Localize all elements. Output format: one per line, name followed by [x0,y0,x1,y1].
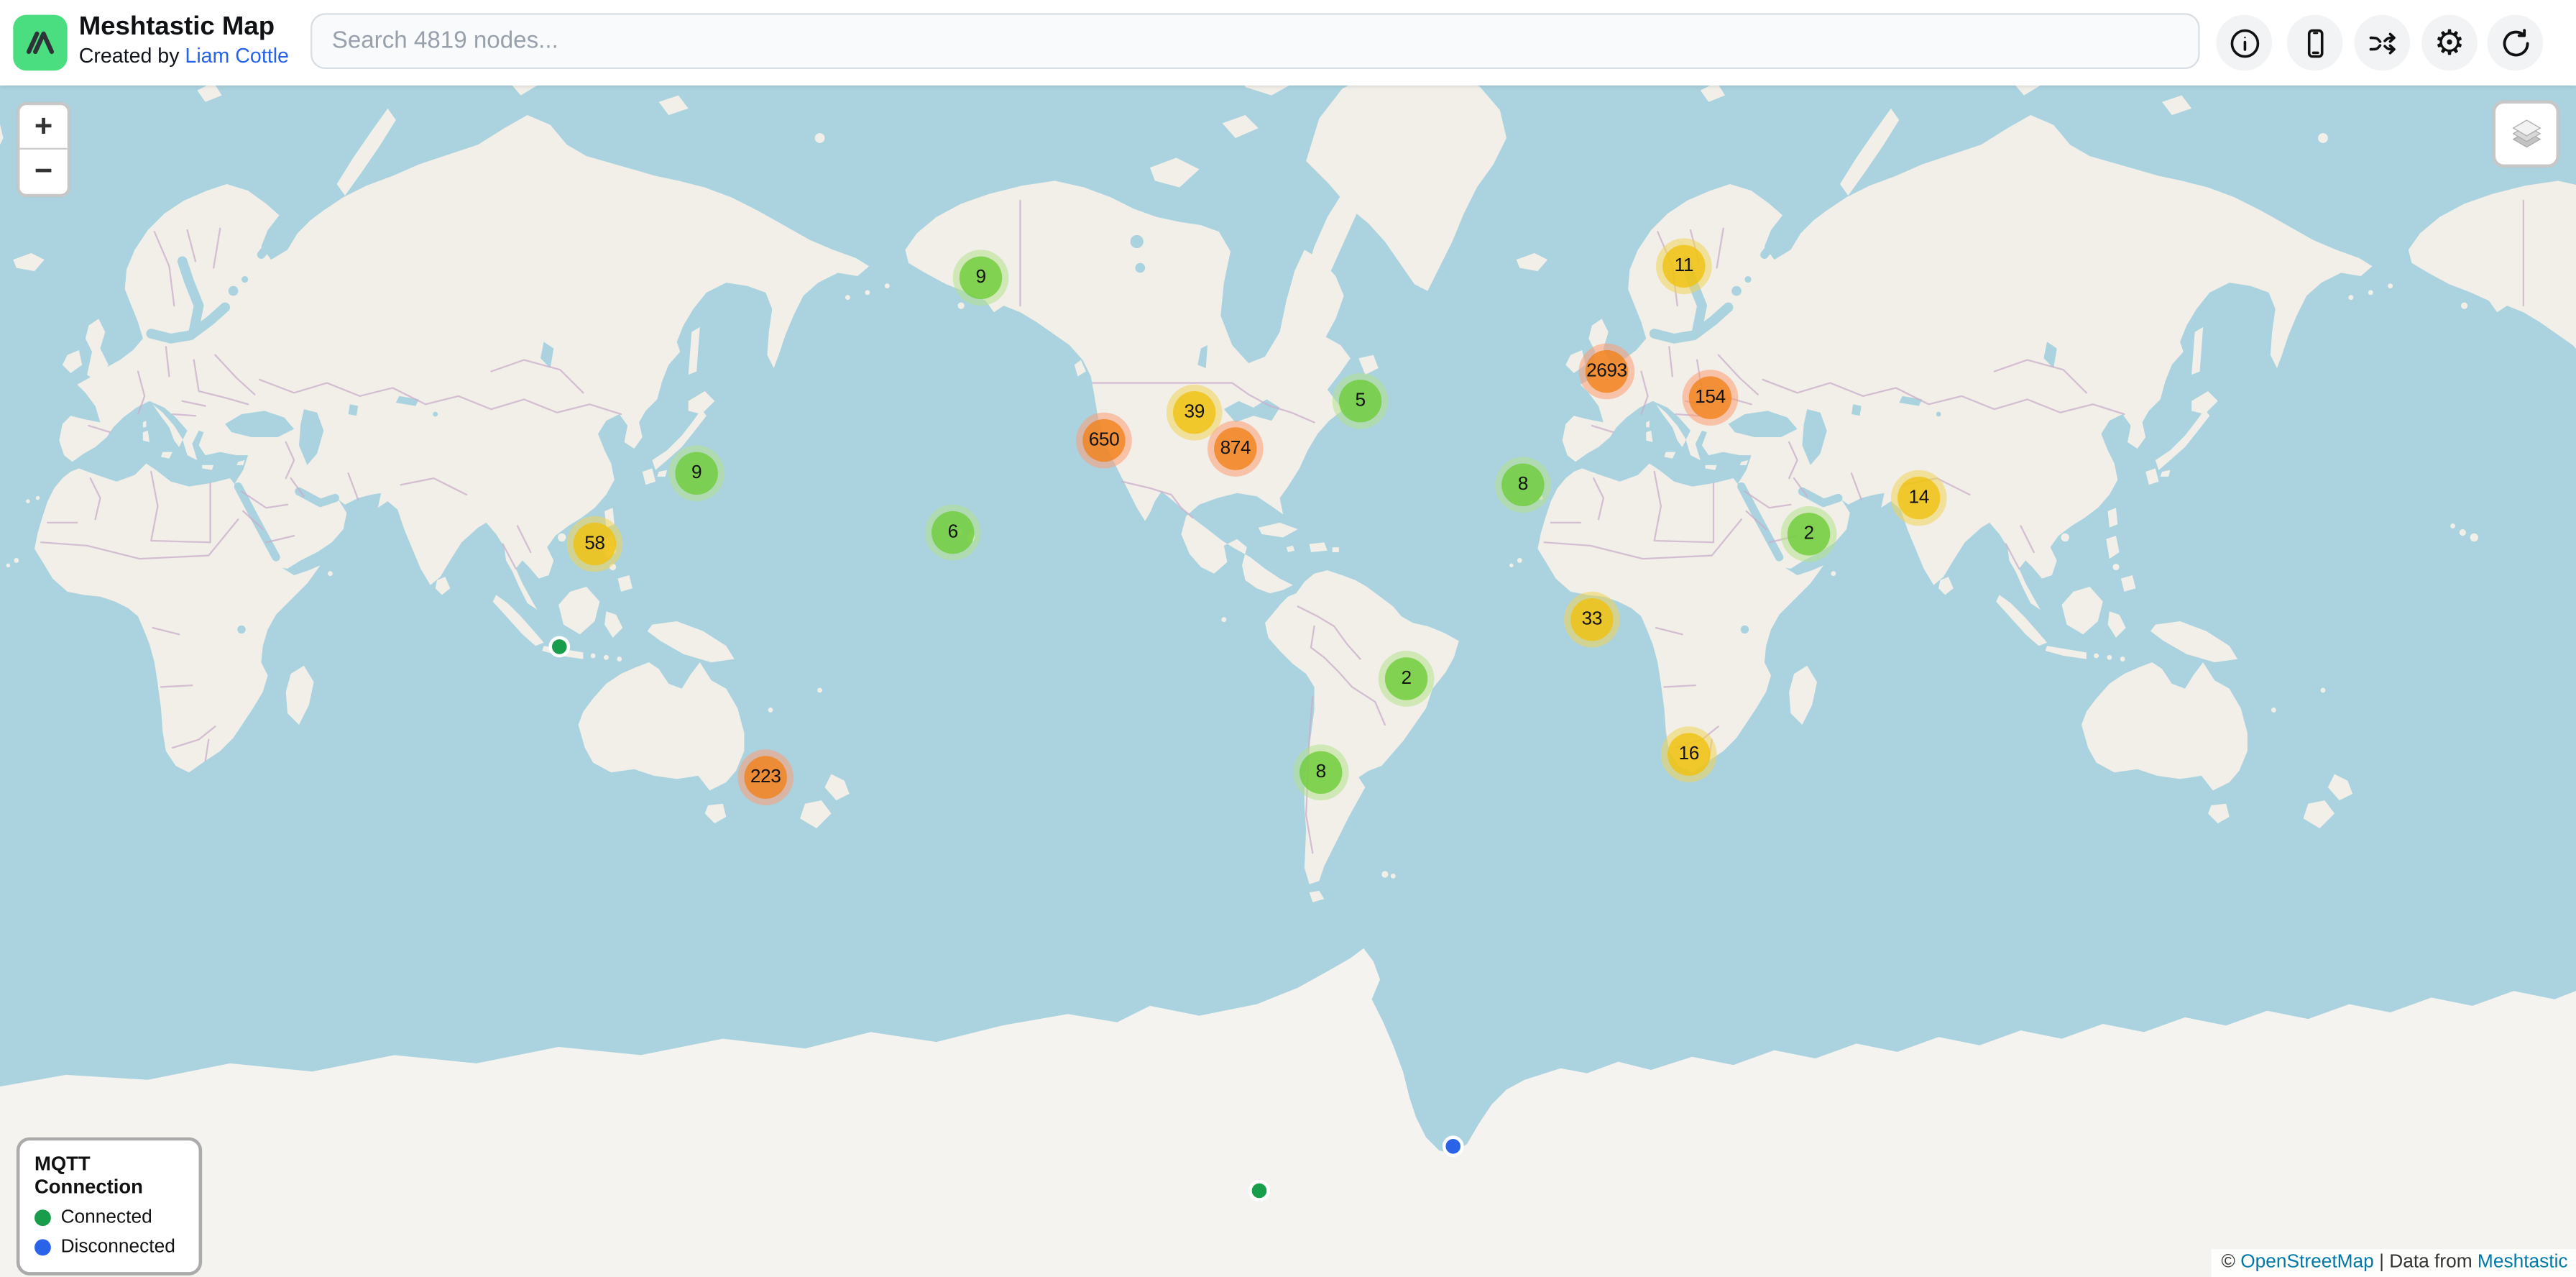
meshtastic-map-app: 9 11 2693 154 39 5 650 874 9 8 14 2 58 6 33 2 16 8 223 Mes… [0,0,2576,1277]
node-marker-connected[interactable] [548,635,569,656]
map-attribution: © OpenStreetMap | Data from Meshtastic [2212,1249,2576,1277]
refresh-button[interactable] [2488,15,2544,71]
cluster-count: 154 [1689,376,1731,418]
cluster-count: 5 [1339,380,1381,422]
cluster-marker[interactable]: 9 [668,445,724,501]
cluster-count: 33 [1570,598,1613,641]
disconnected-dot [34,1239,51,1255]
node-marker-connected[interactable] [1248,1179,1269,1201]
shuffle-icon [2365,25,2399,60]
attribution-prefix: © [2222,1253,2241,1272]
info-button[interactable] [2216,15,2272,71]
cluster-count: 9 [675,452,717,495]
cluster-marker[interactable]: 8 [1293,744,1349,800]
cluster-count: 223 [744,756,786,798]
cluster-marker[interactable]: 14 [1891,470,1947,526]
cluster-marker[interactable]: 33 [1564,592,1620,648]
legend-item-disconnected: Disconnected [34,1237,184,1257]
meshtastic-logo [13,15,67,71]
legend-title: MQTT Connection [34,1152,184,1198]
cluster-marker[interactable]: 874 [1208,421,1264,477]
cluster-count: 14 [1898,477,1940,519]
cluster-marker[interactable]: 11 [1656,238,1712,294]
legend-item-label: Disconnected [61,1237,175,1257]
cluster-marker[interactable]: 2 [1379,651,1435,707]
cluster-marker[interactable]: 2693 [1579,344,1635,400]
cluster-marker[interactable]: 16 [1661,726,1717,782]
gear-icon: ⚙ [2434,25,2465,60]
random-node-button[interactable] [2354,15,2410,71]
zoom-control: + − [17,102,70,198]
cluster-count: 9 [960,257,1002,299]
meshtastic-link[interactable]: Meshtastic [2478,1253,2568,1272]
openstreetmap-link[interactable]: OpenStreetMap [2240,1253,2374,1272]
cluster-marker[interactable]: 9 [953,250,1009,306]
subtitle: Created by Liam Cottle [79,42,289,69]
settings-button[interactable]: ⚙ [2421,15,2478,71]
connected-dot [34,1209,51,1226]
cluster-count: 6 [932,511,974,554]
smartphone-icon [2298,25,2332,60]
author-link[interactable]: Liam Cottle [185,45,289,68]
cluster-marker[interactable]: 5 [1333,373,1389,429]
cluster-count: 2 [1385,657,1427,700]
cluster-count: 8 [1501,464,1544,506]
cluster-marker[interactable]: 650 [1076,413,1132,469]
cluster-count: 16 [1668,733,1710,775]
cluster-marker[interactable]: 6 [925,505,981,561]
cluster-count: 58 [574,523,616,565]
cluster-count: 2693 [1586,350,1628,393]
cluster-marker[interactable]: 154 [1683,370,1739,426]
search-input[interactable] [310,13,2200,69]
cluster-count: 8 [1300,751,1342,794]
cluster-marker[interactable]: 223 [737,749,794,805]
layers-icon [2501,109,2551,159]
cluster-count: 11 [1662,245,1705,288]
attribution-middle: | Data from [2374,1253,2478,1272]
mobile-app-button[interactable] [2287,15,2343,71]
refresh-icon [2498,25,2532,60]
cluster-count: 39 [1173,391,1215,434]
layers-control[interactable] [2492,100,2559,168]
node-marker-disconnected[interactable] [1442,1135,1463,1156]
cluster-count: 650 [1082,419,1125,462]
zoom-in-button[interactable]: + [19,105,67,150]
meshtastic-logo-icon [14,17,66,69]
cluster-marker[interactable]: 2 [1781,506,1837,562]
top-bar: Meshtastic Map Created by Liam Cottle ⚙ [0,0,2576,86]
cluster-count: 2 [1788,513,1830,555]
zoom-out-button[interactable]: − [19,150,67,194]
legend-item-connected: Connected [34,1208,184,1227]
cluster-marker[interactable]: 8 [1495,457,1551,513]
info-icon [2227,25,2261,60]
mqtt-legend: MQTT Connection Connected Disconnected [17,1138,202,1276]
page-title: Meshtastic Map [79,12,289,42]
subtitle-prefix: Created by [79,45,185,68]
marker-layer: 9 11 2693 154 39 5 650 874 9 8 14 2 58 6 33 2 16 8 223 [0,0,2576,1277]
legend-item-label: Connected [61,1208,152,1227]
cluster-marker[interactable]: 58 [567,516,623,572]
cluster-count: 874 [1214,427,1256,470]
